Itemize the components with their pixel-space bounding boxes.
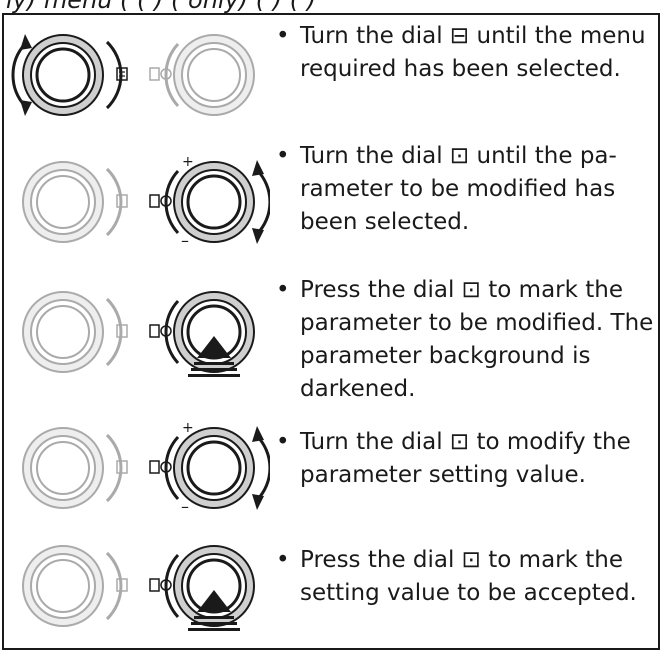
step-2-dials: + – — [22, 154, 270, 250]
step-5-dials — [22, 545, 255, 631]
clipped-heading: ly) menu ( ( ) ( only) ( ) ( ) — [6, 0, 317, 14]
right-dial — [164, 291, 255, 373]
left-dial — [22, 34, 123, 116]
bullet: • — [276, 23, 290, 49]
bullet: • — [276, 429, 290, 455]
left-dial — [22, 427, 128, 509]
left-dial — [22, 291, 128, 373]
step-description: Turn the dial ⊟ until the menu required … — [300, 23, 646, 82]
left-dial — [22, 161, 128, 243]
step-description: Turn the dial ⊡ to modify the parameter … — [300, 429, 631, 488]
step-3: • Press the dial ⊡ to mark the parameter… — [0, 274, 664, 402]
left-dial — [22, 545, 128, 627]
step-1-dials — [11, 34, 255, 116]
bullet: • — [276, 143, 290, 169]
parameter-select-icon — [149, 578, 172, 592]
right-dial — [164, 545, 255, 627]
step-5: • Press the dial ⊡ to mark the setting v… — [0, 520, 664, 640]
step-description: Turn the dial ⊡ until the pa-rameter to … — [300, 143, 617, 235]
plus-label: + — [182, 420, 194, 436]
step-description: Press the dial ⊡ to mark the setting val… — [300, 547, 637, 606]
minus-label: – — [181, 231, 189, 250]
step-3-dials — [22, 291, 255, 377]
bullet: • — [276, 547, 290, 573]
step-1: • Turn the dial ⊟ until the menu require… — [0, 20, 664, 132]
minus-label: – — [181, 497, 189, 514]
parameter-select-icon — [149, 194, 172, 208]
right-dial — [149, 34, 255, 116]
step-2: + – • Turn the dial ⊡ until the pa-ramet… — [0, 140, 664, 264]
bullet: • — [276, 277, 290, 303]
parameter-select-icon — [149, 324, 172, 338]
step-description: Press the dial ⊡ to mark the parameter t… — [300, 277, 654, 402]
step-4: + – • Turn the dial ⊡ to modify the para… — [0, 404, 664, 514]
parameter-select-icon — [149, 460, 172, 474]
plus-label: + — [182, 154, 194, 170]
step-4-dials: + – — [22, 420, 270, 514]
